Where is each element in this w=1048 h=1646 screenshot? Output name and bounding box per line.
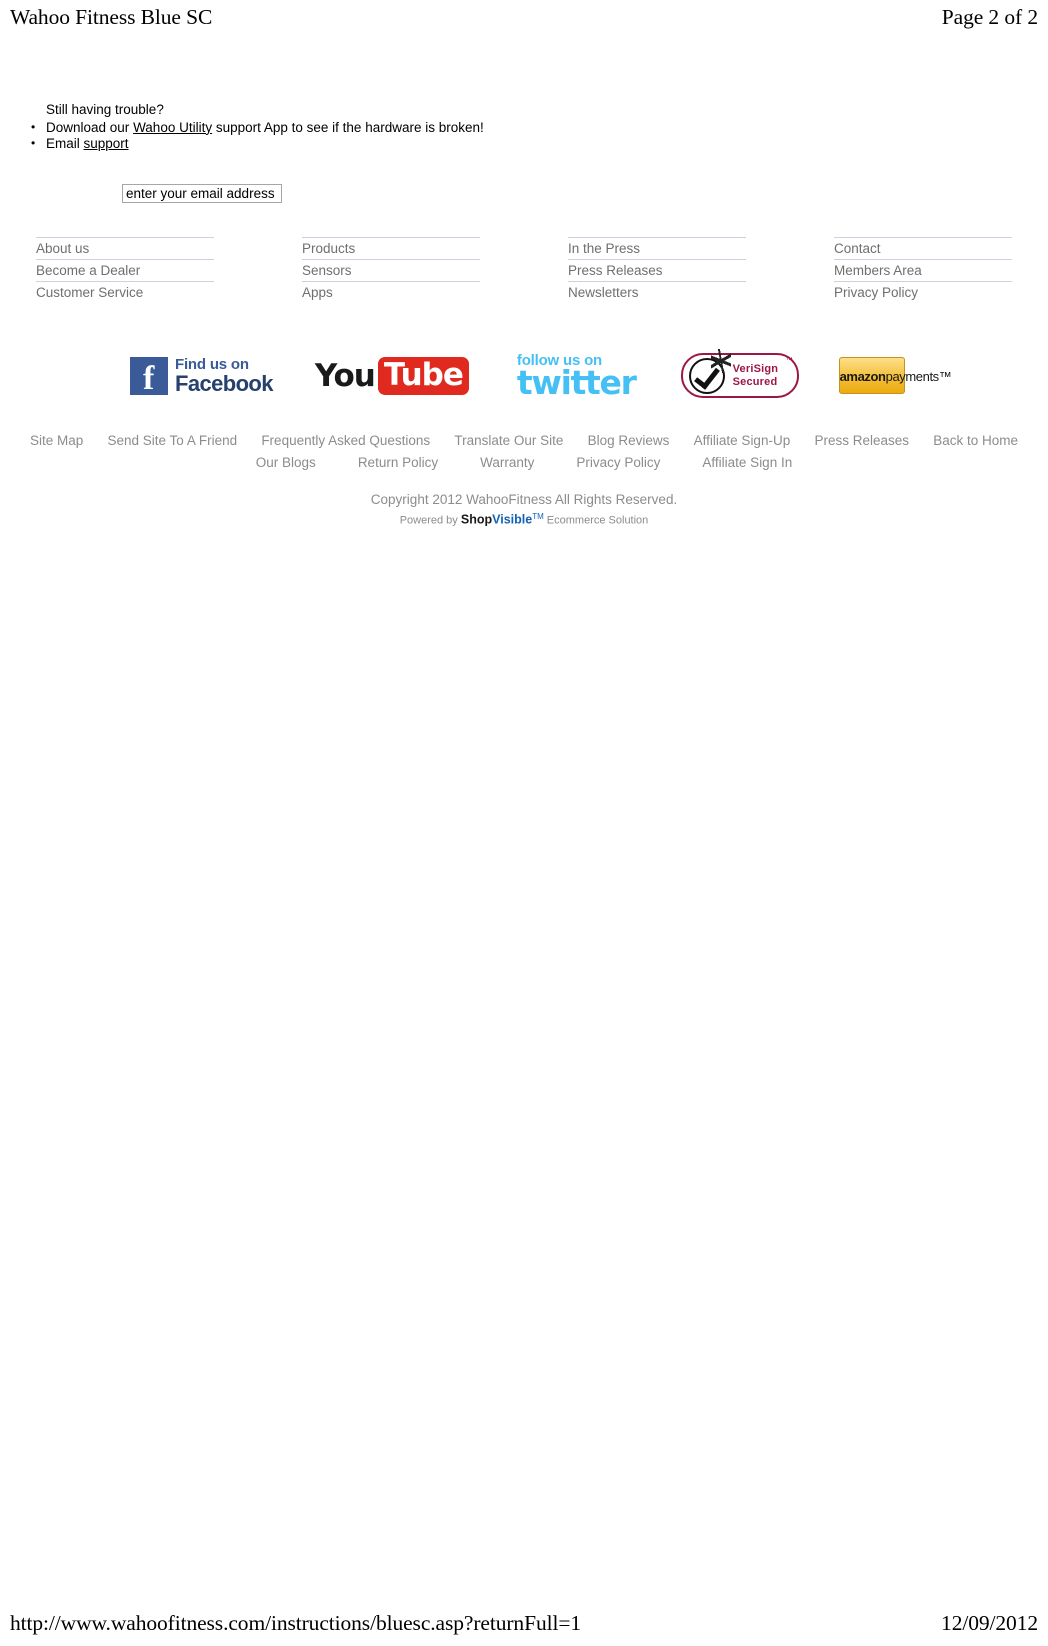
footer-link-customer-service[interactable]: Customer Service xyxy=(36,280,214,303)
footer-link-sensors[interactable]: Sensors xyxy=(302,258,480,281)
twitter-badge[interactable]: follow us on twitter xyxy=(516,353,637,402)
list-item: Email support xyxy=(28,135,1048,153)
footer-link-privacy-policy[interactable]: Privacy Policy xyxy=(834,280,1012,303)
footer-link-products[interactable]: Products xyxy=(302,236,480,259)
facebook-wordmark: Facebook xyxy=(175,370,274,396)
bottom-link-our-blogs[interactable]: Our Blogs xyxy=(256,452,316,474)
footer-link-press-releases[interactable]: Press Releases xyxy=(568,258,746,281)
youtube-wordmark-you: You xyxy=(314,357,376,394)
bullet2-text-pre: Email xyxy=(46,136,84,151)
amazon-payments-badge[interactable]: amazon payments™ xyxy=(838,357,952,394)
bottom-link-privacy-policy[interactable]: Privacy Policy xyxy=(576,452,660,474)
ecommerce-solution-label: Ecommerce Solution xyxy=(543,514,649,527)
shopvisible-trademark: TM xyxy=(532,511,544,521)
twitter-wordmark: twitter xyxy=(516,362,637,402)
shopvisible-visible: Visible xyxy=(492,512,533,527)
footer-column-2: Products Sensors Apps xyxy=(302,236,480,303)
bottom-links-row-2: Our Blogs Return Policy Warranty Privacy… xyxy=(0,452,1048,474)
shopvisible-shop: Shop xyxy=(460,512,493,527)
footer-link-members-area[interactable]: Members Area xyxy=(834,258,1012,281)
bottom-link-affiliate-sign-up[interactable]: Affiliate Sign-Up xyxy=(694,430,791,452)
footer-link-become-a-dealer[interactable]: Become a Dealer xyxy=(36,258,214,281)
verisign-trademark: ™ xyxy=(785,357,793,364)
amazon-payments-label: payments™ xyxy=(885,369,952,384)
bottom-link-site-map[interactable]: Site Map xyxy=(30,430,83,452)
footer-column-1: About us Become a Dealer Customer Servic… xyxy=(36,236,214,303)
facebook-tagline: Find us on xyxy=(175,355,249,373)
list-item: Download our Wahoo Utility support App t… xyxy=(28,119,1048,137)
bottom-links: Site Map Send Site To A Friend Frequentl… xyxy=(0,430,1048,474)
starburst-icon xyxy=(710,349,731,373)
footer-link-about-us[interactable]: About us xyxy=(36,236,214,259)
print-header: Wahoo Fitness Blue SC Page 2 of 2 xyxy=(0,0,1048,34)
footer-column-4: Contact Members Area Privacy Policy xyxy=(834,236,1012,303)
twitter-badge-text: follow us on twitter xyxy=(516,353,637,402)
print-footer: http://www.wahoofitness.com/instructions… xyxy=(0,1604,1048,1646)
bottom-link-blog-reviews[interactable]: Blog Reviews xyxy=(588,430,670,452)
copyright-text: Copyright 2012 WahooFitness All Rights R… xyxy=(370,491,678,507)
bottom-link-affiliate-sign-in[interactable]: Affiliate Sign In xyxy=(702,452,792,474)
youtube-wordmark-tube: Tube xyxy=(377,356,469,395)
footer-link-contact[interactable]: Contact xyxy=(834,236,1012,259)
wahoo-utility-link[interactable]: Wahoo Utility xyxy=(133,120,212,135)
footer-nav-columns: About us Become a Dealer Customer Servic… xyxy=(0,236,1048,303)
bottom-link-warranty[interactable]: Warranty xyxy=(480,452,534,474)
bottom-link-back-to-home[interactable]: Back to Home xyxy=(933,430,1018,452)
verisign-line1: VeriSign xyxy=(732,363,779,375)
facebook-badge[interactable]: f Find us on Facebook xyxy=(130,355,274,397)
bullet1-text-pre: Download our xyxy=(46,119,134,135)
youtube-badge[interactable]: You Tube xyxy=(314,356,469,395)
verisign-badge-text: VeriSign Secured xyxy=(733,363,779,389)
powered-by-line: Powered by ShopVisibleTM Ecommerce Solut… xyxy=(0,510,1048,528)
footer-link-newsletters[interactable]: Newsletters xyxy=(568,280,746,303)
print-date: 12/09/2012 xyxy=(941,1610,1038,1635)
verisign-line2: Secured xyxy=(732,376,778,388)
email-signup xyxy=(0,183,1048,203)
troubleshooting-section: Still having trouble? Download our Wahoo… xyxy=(0,102,1048,153)
page-content: Still having trouble? Download our Wahoo… xyxy=(0,34,1048,527)
troubleshooting-list: Download our Wahoo Utility support App t… xyxy=(28,119,1048,153)
bullet1-text-post: support App to see if the hardware is br… xyxy=(212,119,484,135)
facebook-f-glyph: f xyxy=(143,359,155,397)
bottom-link-send-site-to-a-friend[interactable]: Send Site To A Friend xyxy=(108,430,238,452)
support-link[interactable]: support xyxy=(84,136,129,151)
source-url: http://www.wahoofitness.com/instructions… xyxy=(10,1610,582,1635)
amazon-wordmark: amazon xyxy=(839,368,886,384)
facebook-badge-text: Find us on Facebook xyxy=(175,355,274,396)
footer-link-apps[interactable]: Apps xyxy=(302,280,480,303)
email-signup-input[interactable] xyxy=(122,183,282,203)
bottom-link-translate-our-site[interactable]: Translate Our Site xyxy=(454,430,563,452)
powered-by-label: Powered by xyxy=(399,514,461,527)
facebook-icon: f xyxy=(130,356,168,397)
footer-column-3: In the Press Press Releases Newsletters xyxy=(568,236,746,303)
bottom-link-frequently-asked-questions[interactable]: Frequently Asked Questions xyxy=(261,430,430,452)
troubleshooting-heading: Still having trouble? xyxy=(46,102,164,117)
page-indicator: Page 2 of 2 xyxy=(941,4,1038,29)
bottom-links-row-1: Site Map Send Site To A Friend Frequentl… xyxy=(0,430,1048,452)
document-title: Wahoo Fitness Blue SC xyxy=(10,4,213,29)
footer-link-in-the-press[interactable]: In the Press xyxy=(568,236,746,259)
bottom-link-return-policy[interactable]: Return Policy xyxy=(358,452,438,474)
bottom-link-press-releases[interactable]: Press Releases xyxy=(814,430,909,452)
social-and-trust-badges: f Find us on Facebook You Tube follow us … xyxy=(0,347,1048,405)
verisign-secured-badge[interactable]: VeriSign Secured ™ xyxy=(680,349,799,398)
